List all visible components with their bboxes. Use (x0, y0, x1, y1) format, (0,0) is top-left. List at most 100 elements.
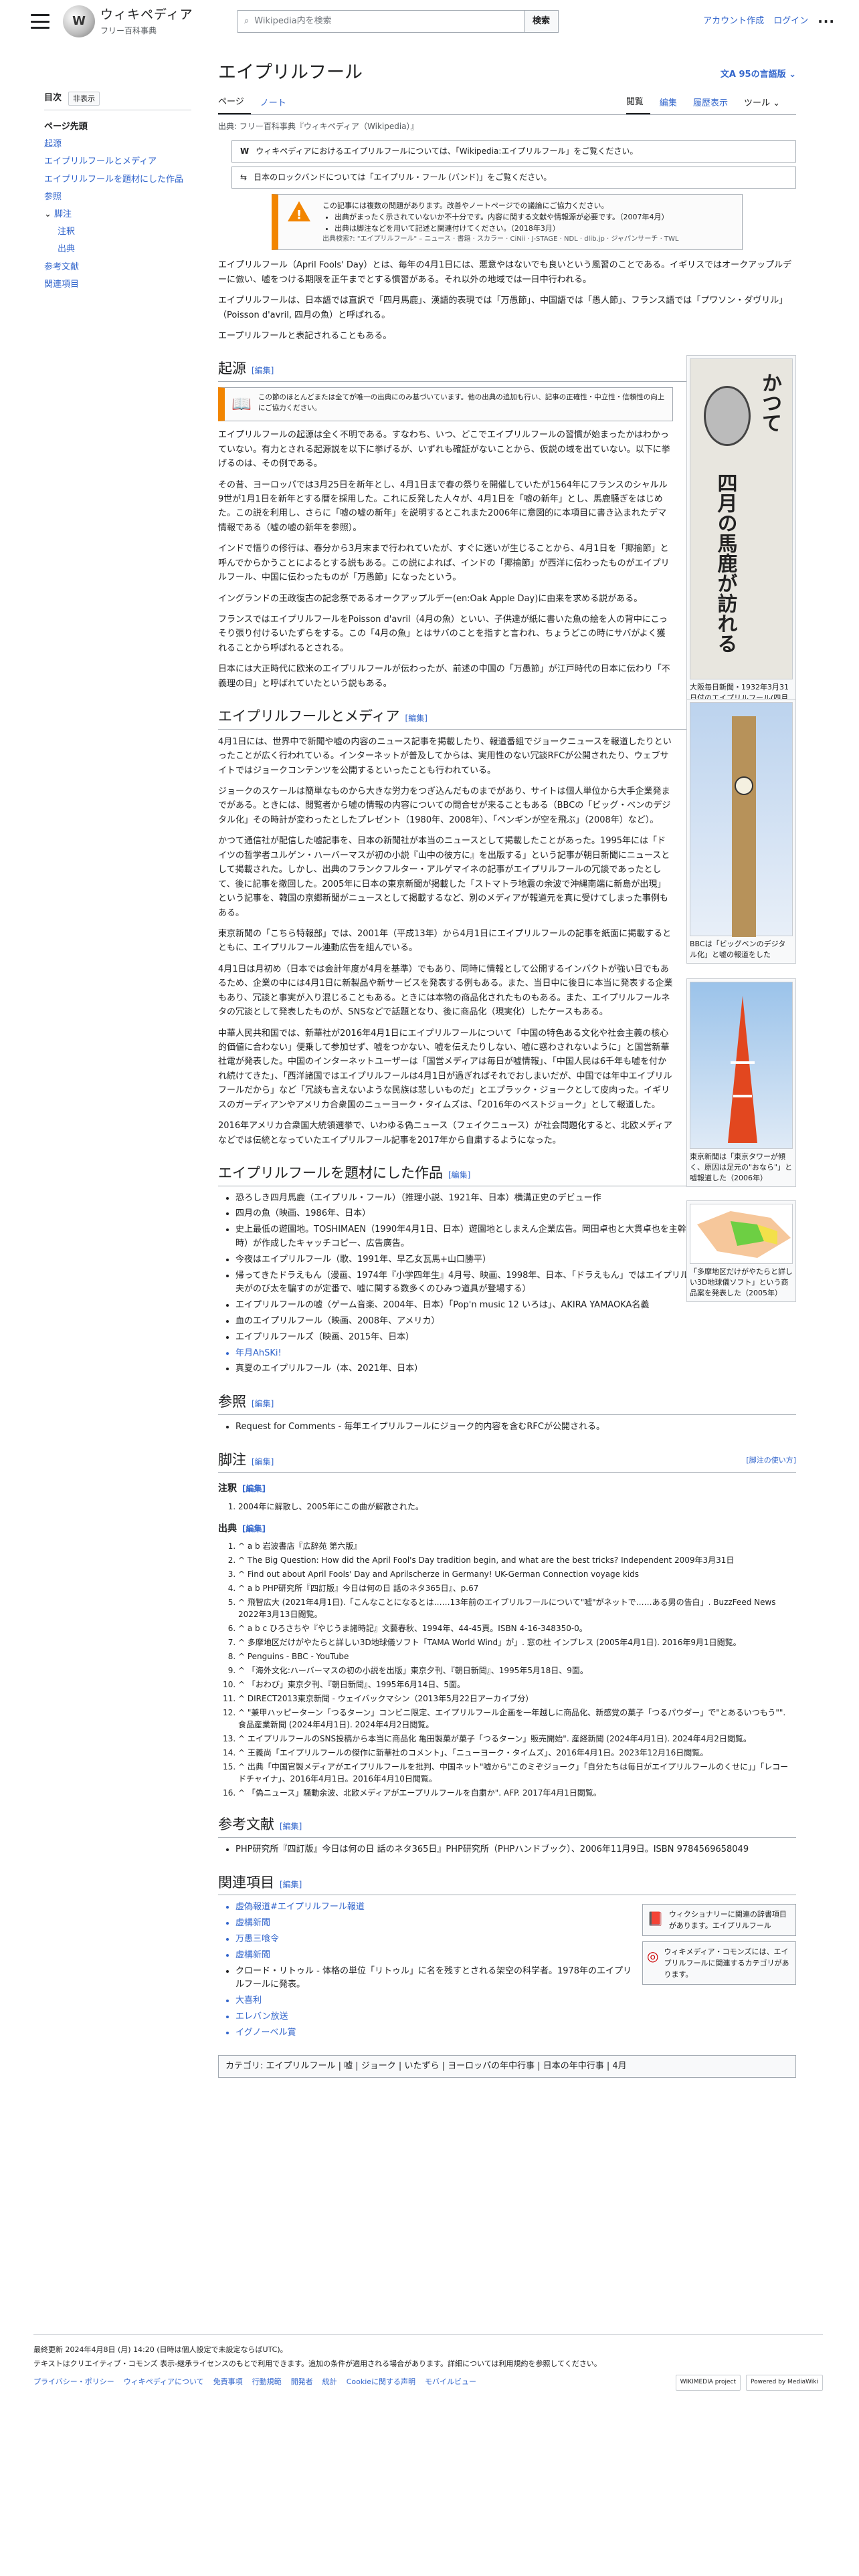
tama-map-image[interactable] (690, 1204, 793, 1265)
toc-item-works[interactable]: エイプリルフールを題材にした作品 (44, 171, 191, 189)
mediawiki-badge[interactable]: Powered by MediaWiki (746, 2375, 823, 2391)
paragraph: ジョークのスケールは簡単なものから大きな労力をつぎ込んだものまでがあり、サイトは… (218, 786, 671, 825)
tab-talk[interactable]: ノート (260, 97, 293, 114)
search-button[interactable]: 検索 (524, 10, 559, 33)
commons-box[interactable]: ◎ ウィキメディア・コモンズには、エイプリルフールに関連するカテゴリがあります。 (642, 1941, 796, 1985)
footer-link[interactable]: 開発者 (291, 2376, 313, 2387)
wiktionary-icon: 📕 (647, 1910, 664, 1927)
edit-link[interactable]: [編集] (252, 1457, 274, 1467)
toc-item-top[interactable]: ページ先頭 (44, 118, 191, 136)
reference-item: ^ Penguins - BBC - YouTube (238, 1650, 796, 1662)
license-text: テキストはクリエイティブ・コモンズ 表示-継承ライセンスのもとで利用できます。追… (33, 2359, 601, 2369)
tab-read[interactable]: 閲覧 (626, 96, 650, 114)
footer-link[interactable]: ウィキペディアについて (124, 2376, 204, 2387)
toc-item-see[interactable]: 参照 (44, 189, 191, 206)
list-item[interactable]: エレバン放送 (235, 2010, 637, 2024)
note-item: 2004年に解散し、2005年にこの曲が解散された。 (238, 1501, 796, 1513)
notes-usage-link[interactable]: [脚注の使い方] (746, 1455, 796, 1466)
wiktionary-box[interactable]: 📕 ウィクショナリーに関連の辞書項目があります。エイプリルフール (642, 1903, 796, 1936)
paragraph: その昔、ヨーロッパでは3月25日を新年とし、4月1日まで春の祭りを開催していたが… (218, 479, 668, 533)
tab-history[interactable]: 履歴表示 (693, 97, 735, 114)
site-header: W ウィキペディア フリー百科事典 ⌕ Wikipedia内を検索 検索 アカウ… (0, 0, 859, 43)
wikipedia-icon: W (240, 146, 250, 156)
section-related: 関連項目 [編集] 📕 ウィクショナリーに関連の辞書項目があります。エイプリルフー… (218, 1872, 796, 2040)
list-item[interactable]: 万愚三喰令 (235, 1933, 637, 1947)
category-bar[interactable]: カテゴリ: エイプリルフール | 嘘 | ジョーク | いたずら | ヨーロッパ… (218, 2054, 796, 2078)
site-logo[interactable]: W ウィキペディア フリー百科事典 (63, 5, 210, 37)
footer-link[interactable]: Cookieに関する声明 (347, 2376, 415, 2387)
lead-paragraph: エイプリルフール（April Fools' Day）とは、毎年の4月1日には、悪… (218, 260, 792, 285)
section-heading: 起源 (218, 360, 246, 377)
footer-link[interactable]: 統計 (322, 2376, 337, 2387)
subsection-heading: 注釈 (218, 1483, 237, 1495)
list-item[interactable]: 虚偽報道#エイプリルフール報道 (235, 1901, 637, 1915)
list-item[interactable]: 虚構新聞 (235, 1949, 637, 1963)
tab-tools[interactable]: ツール ⌄ (744, 97, 787, 114)
list-item: Request for Comments - 毎年エイプリルフールにジョーク的内… (235, 1420, 796, 1434)
footer-link[interactable]: 行動規範 (252, 2376, 282, 2387)
edit-link[interactable]: [編集] (280, 1880, 302, 1889)
toc-item-media[interactable]: エイプリルフールとメディア (44, 153, 191, 171)
edit-link[interactable]: [編集] (252, 1399, 274, 1408)
toc-item-annotations[interactable]: 注釈 (44, 223, 191, 241)
tab-page[interactable]: ページ (218, 96, 251, 114)
source-search-links[interactable]: 出典検索?: "エイプリルフール" – ニュース · 書籍 · スカラー · C… (322, 234, 679, 245)
edit-link[interactable]: [編集] (242, 1484, 266, 1493)
toc-item-related[interactable]: 関連項目 (44, 276, 191, 294)
lead-paragraph: エープリルフールと表記されることもある。 (218, 331, 392, 342)
toc-toggle-icon[interactable]: ⌄ (44, 209, 54, 219)
thumbnail-map: 「多摩地区だけがやたらと詳しい3D地球儀ソフト」という商品案を発表した（2005… (686, 1200, 796, 1302)
section-heading: エイプリルフールとメディア (218, 708, 400, 725)
toc-item-origin[interactable]: 起源 (44, 136, 191, 153)
create-account-link[interactable]: アカウント作成 (703, 15, 764, 28)
footer-badges: WIKIMEDIA project Powered by MediaWiki (675, 2375, 823, 2391)
search-input[interactable]: ⌕ Wikipedia内を検索 (237, 10, 524, 33)
reference-item: ^ The Big Question: How did the April Fo… (238, 1554, 796, 1566)
thumbnail-big-ben: BBCは「ビッグベンのデジタル化」と嘘の報道をした (686, 699, 796, 964)
edit-link[interactable]: [編集] (448, 1170, 470, 1180)
edit-link[interactable]: [編集] (252, 366, 274, 375)
wikimedia-badge[interactable]: WIKIMEDIA project (675, 2375, 741, 2391)
reference-item: ^ エイプリルフールのSNS投稿から本当に商品化 亀田製菓が菓子「つるターン」販… (238, 1733, 796, 1745)
section-origin: 起源 [編集] かつて 四月の馬鹿が訪れる 大阪毎日新聞・1932年3月31日付の… (218, 355, 796, 718)
reference-item: ^ "兼甲ハッピーターン「つるターン」コンビニ限定、エイプリルフール企画を一年越… (238, 1707, 796, 1731)
paragraph: 日本には大正時代に欧米のエイプリルフールが伝わったが、前述の中国の「万愚節」が江… (218, 664, 670, 689)
list-item: 年月AhSKi! (235, 1347, 796, 1361)
toc-hide-button[interactable]: 非表示 (68, 92, 100, 106)
list-item: 真夏のエイプリルフール（本、2021年、日本） (235, 1362, 796, 1376)
more-options-icon[interactable]: ··· (818, 11, 835, 32)
toc-item-notes[interactable]: ⌄ 脚注 (44, 206, 191, 223)
paragraph: イングランドの王政復古の記念祭であるオークアップルデー(en:Oak Apple… (218, 593, 643, 604)
svg-text:!: ! (296, 207, 302, 222)
search-form: ⌕ Wikipedia内を検索 検索 (237, 10, 559, 33)
paragraph: エイプリルフールの起源は全く不明である。すなわち、いつ、どこでエイプリルフールの… (218, 430, 670, 469)
page-tabs: ページ ノート 閲覧 編集 履歴表示 ツール ⌄ (218, 94, 796, 115)
big-ben-image[interactable] (690, 702, 793, 938)
see-list: Request for Comments - 毎年エイプリルフールにジョーク的内… (235, 1420, 796, 1434)
section-heading: 脚注 (218, 1451, 246, 1468)
toc-item-bibliography[interactable]: 参考文献 (44, 259, 191, 276)
newspaper-image[interactable]: かつて 四月の馬鹿が訪れる (690, 358, 793, 680)
reference-item: ^ 「海外文化:ハーバーマスの初の小説を出版」東京夕刊、『朝日新聞』、1995年… (238, 1665, 796, 1677)
footer-link[interactable]: プライバシー・ポリシー (33, 2376, 114, 2387)
language-button[interactable]: 文A 95の言語版 ⌄ (721, 68, 796, 82)
list-item[interactable]: 大喜利 (235, 1994, 637, 2008)
user-links: アカウント作成 ログイン ··· (703, 11, 835, 32)
lead-paragraph: エイプリルフールは、日本語では直訳で「四月馬鹿」、漢語的表現では「万愚節」、中国… (218, 296, 788, 320)
toc-item-sources[interactable]: 出典 (44, 241, 191, 258)
footer-link[interactable]: 免責事項 (213, 2376, 243, 2387)
main-menu-button[interactable] (31, 14, 50, 29)
footer-link[interactable]: モバイルビュー (425, 2376, 476, 2387)
related-list: 虚偽報道#エイプリルフール報道 虚構新聞 万愚三喰令 虚構新聞 クロード・リトゥ… (235, 1901, 637, 2040)
list-item[interactable]: 虚構新聞 (235, 1917, 637, 1931)
tokyo-tower-image[interactable] (690, 982, 793, 1150)
edit-link[interactable]: [編集] (242, 1524, 266, 1533)
disambiguation-icon: ⇆ (240, 173, 248, 183)
language-icon: 文A (720, 70, 739, 80)
tab-edit[interactable]: 編集 (660, 97, 684, 114)
warning-icon: ! (288, 201, 310, 222)
edit-link[interactable]: [編集] (405, 714, 427, 723)
edit-link[interactable]: [編集] (280, 1822, 302, 1831)
login-link[interactable]: ログイン (773, 15, 808, 28)
list-item[interactable]: イグノーベル賞 (235, 2026, 637, 2040)
